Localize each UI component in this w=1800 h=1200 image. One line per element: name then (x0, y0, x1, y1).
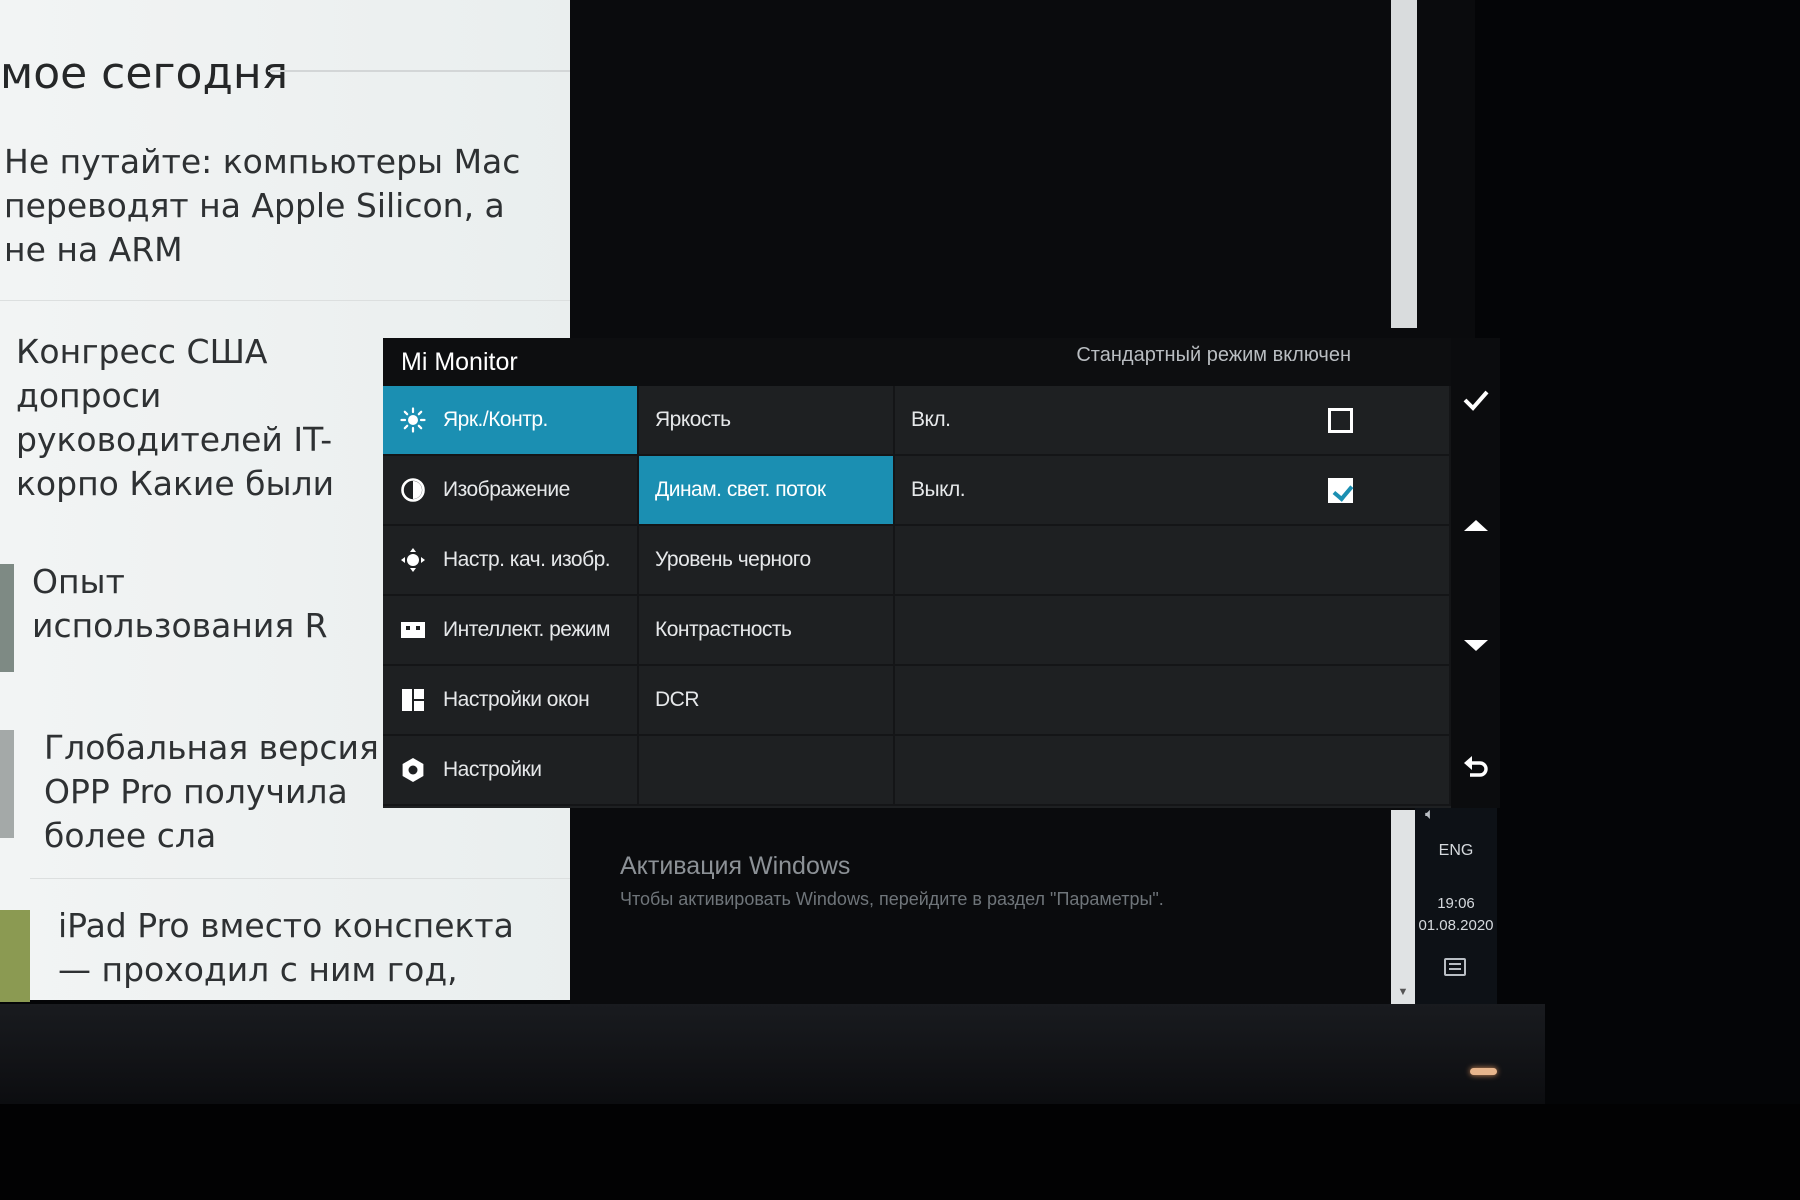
option-off-checkbox[interactable] (1328, 477, 1353, 503)
news-divider (0, 300, 585, 301)
submenu-empty (639, 736, 895, 806)
check-icon[interactable] (1458, 382, 1494, 418)
submenu-contrast[interactable]: Контрастность (639, 596, 895, 666)
gear-icon (383, 757, 443, 783)
category-smart-mode[interactable]: Интеллект. режим (383, 596, 639, 666)
option-on[interactable]: Вкл. (895, 386, 1451, 456)
category-window-settings[interactable]: Настройки окон (383, 666, 639, 736)
category-label: Настройки (443, 758, 542, 781)
windows-activation-watermark: Активация Windows Чтобы активировать Win… (620, 852, 1164, 910)
option-column: Вкл. Выкл. (895, 386, 1451, 806)
scrollbar-lower[interactable] (1391, 810, 1415, 1006)
submenu-label: DCR (655, 688, 700, 711)
news-title[interactable]: Конгресс США допроси руководителей IT-ко… (16, 330, 396, 506)
category-image[interactable]: Изображение (383, 456, 639, 526)
back-icon[interactable] (1458, 747, 1494, 783)
category-column: Ярк./Контр. Изображение Настр. кач. изоб… (383, 386, 639, 806)
window-layout-icon (383, 688, 443, 712)
monitor-bezel (0, 1004, 1545, 1104)
osd-status: Стандартный режим включен (1076, 344, 1351, 366)
osd-body: Ярк./Контр. Изображение Настр. кач. изоб… (383, 386, 1451, 808)
option-label: Выкл. (911, 478, 966, 501)
activation-title: Активация Windows (620, 852, 851, 880)
option-empty-row (895, 526, 1451, 596)
option-label: Вкл. (911, 408, 951, 431)
power-led-icon (1470, 1068, 1497, 1075)
category-label: Ярк./Контр. (443, 408, 548, 431)
category-picture-quality[interactable]: Настр. кач. изобр. (383, 526, 639, 596)
news-title[interactable]: Опыт использования R Note 9S: подвох ест… (32, 560, 392, 648)
option-off[interactable]: Выкл. (895, 456, 1451, 526)
news-thumbnail[interactable] (0, 564, 14, 672)
category-label: Интеллект. режим (443, 618, 610, 641)
language-indicator[interactable]: ENG (1415, 842, 1497, 860)
clock[interactable]: 19:06 01.08.2020 (1415, 893, 1497, 937)
submenu-dynamic-luminous-flux[interactable]: Динам. свет. поток (639, 456, 895, 526)
page-heading: мое сегодня (0, 48, 289, 99)
osd-title: Mi Monitor (401, 348, 518, 376)
scroll-down-arrow-icon[interactable]: ▼ (1394, 986, 1412, 1002)
option-empty-row (895, 736, 1451, 806)
osd-header: Mi Monitor Стандартный режим включен (383, 338, 1451, 386)
sun-icon (383, 407, 443, 433)
category-brightness-contrast[interactable]: Ярк./Контр. (383, 386, 639, 456)
category-label: Настройки окон (443, 688, 590, 711)
speaker-icon[interactable]: 🔈︎ (1425, 806, 1435, 824)
submenu-label: Уровень черного (655, 548, 811, 571)
news-divider (30, 878, 615, 879)
arrow-down-icon[interactable] (1458, 627, 1494, 663)
heading-divider (268, 70, 572, 72)
option-empty-row (895, 596, 1451, 666)
news-title[interactable]: Глобальная версия OPP Pro получила более… (44, 726, 404, 858)
news-title[interactable]: Не путайте: компьютеры Mac переводят на … (4, 140, 524, 272)
quality-icon (383, 547, 443, 573)
submenu-dcr[interactable]: DCR (639, 666, 895, 736)
submenu-label: Динам. свет. поток (655, 478, 826, 501)
activation-text: Чтобы активировать Windows, перейдите в … (620, 889, 1164, 909)
contrast-icon (383, 477, 443, 503)
submenu-label: Яркость (655, 408, 731, 431)
notification-icon[interactable] (1444, 958, 1466, 976)
news-thumbnail[interactable] (0, 730, 14, 838)
monitor-screen: мое сегодня Не путайте: компьютеры Mac п… (0, 0, 1800, 1200)
category-label: Изображение (443, 478, 570, 501)
submenu-column: Яркость Динам. свет. поток Уровень черно… (639, 386, 895, 806)
arrow-up-icon[interactable] (1458, 507, 1494, 543)
submenu-black-level[interactable]: Уровень черного (639, 526, 895, 596)
option-empty-row (895, 666, 1451, 736)
monitor-stand-area (0, 1104, 1800, 1200)
submenu-label: Контрастность (655, 618, 792, 641)
category-settings[interactable]: Настройки (383, 736, 639, 806)
smart-mode-icon (383, 620, 443, 640)
submenu-brightness[interactable]: Яркость (639, 386, 895, 456)
option-on-checkbox[interactable] (1328, 407, 1353, 433)
clock-date: 01.08.2020 (1418, 917, 1494, 934)
scrollbar[interactable] (1391, 0, 1417, 328)
clock-time: 19:06 (1437, 895, 1475, 912)
category-label: Настр. кач. изобр. (443, 548, 611, 571)
osd-menu: Mi Monitor Стандартный режим включен Ярк… (383, 338, 1451, 808)
news-thumbnail[interactable] (0, 910, 30, 1002)
